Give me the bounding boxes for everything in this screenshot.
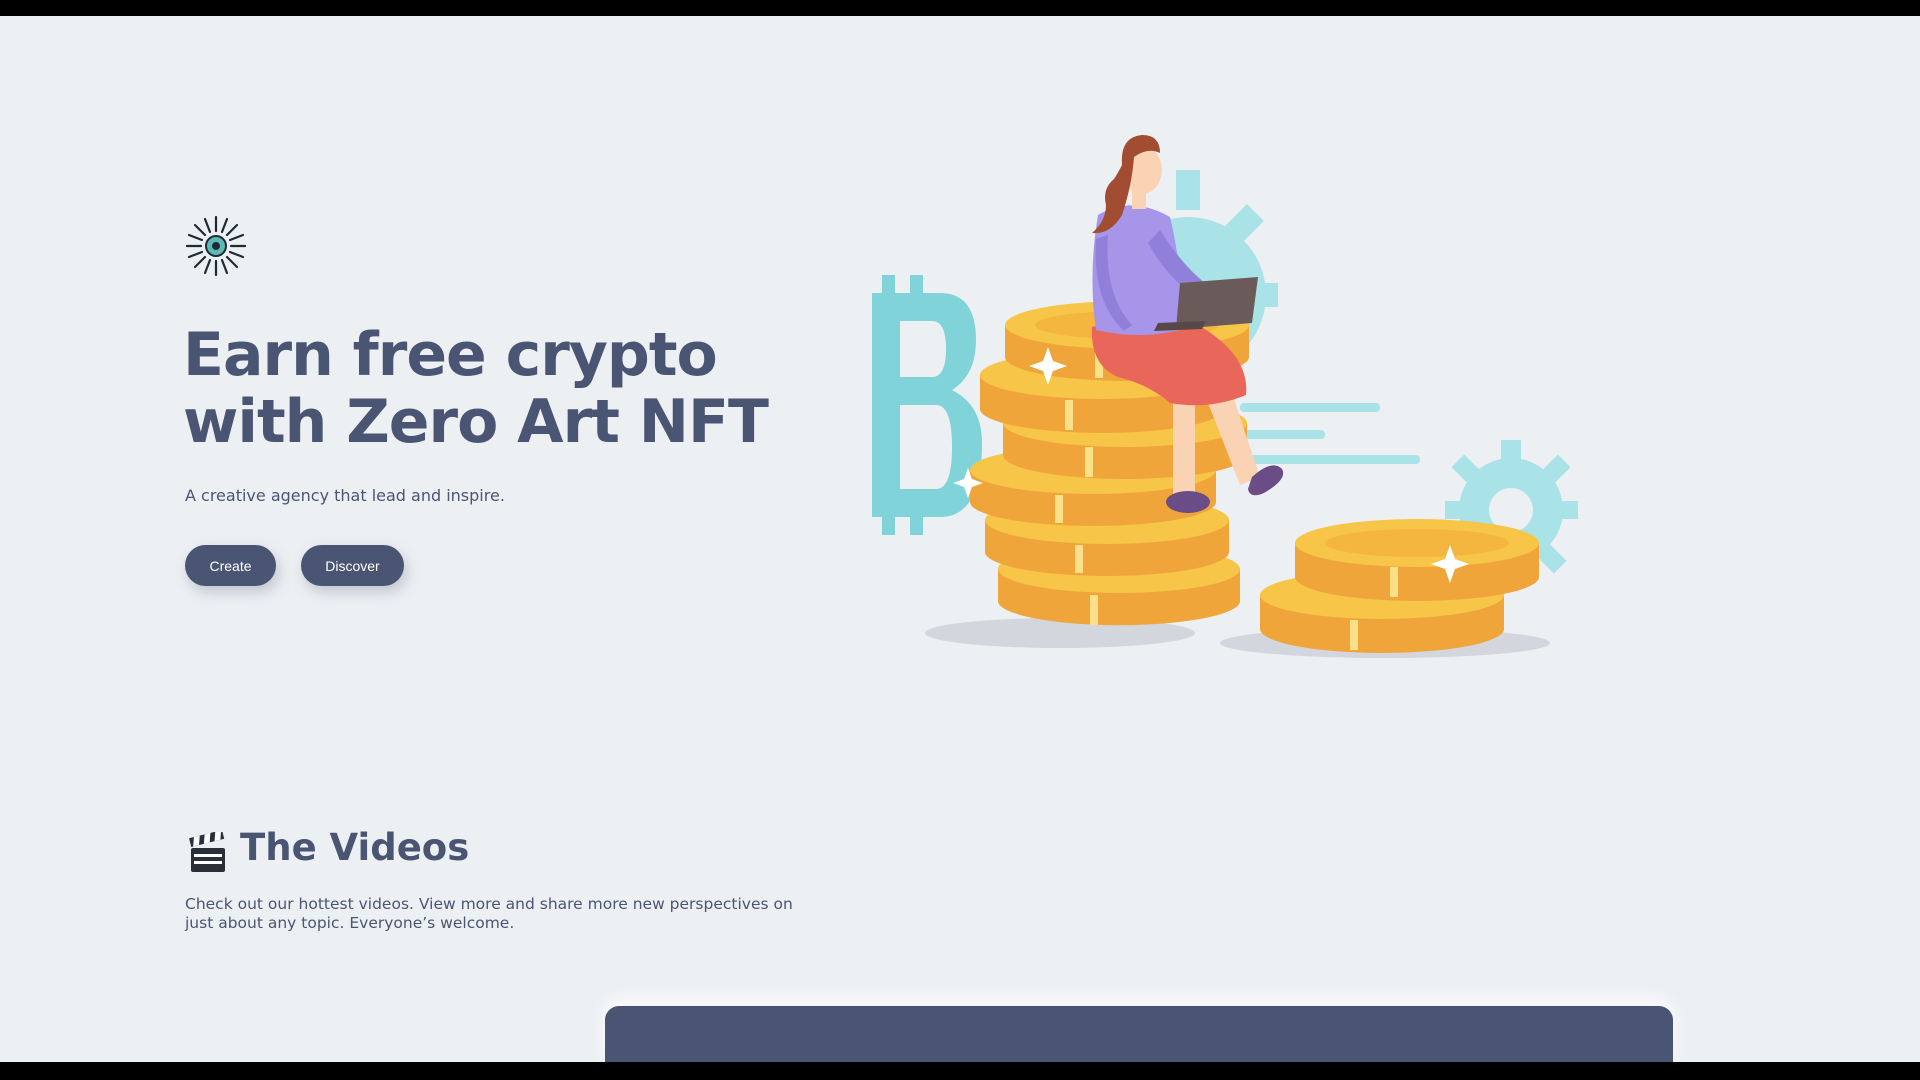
- clapperboard-icon: [189, 832, 225, 872]
- hero-title-line2: with Zero Art NFT: [183, 387, 769, 457]
- discover-button[interactable]: Discover: [301, 545, 404, 586]
- videos-section-title: The Videos: [240, 826, 470, 869]
- hero-illustration: [872, 135, 1578, 658]
- create-button[interactable]: Create: [185, 545, 276, 586]
- videos-section-description: Check out our hottest videos. View more …: [185, 895, 793, 932]
- starburst-logo-icon: [185, 215, 247, 277]
- speed-lines: [1240, 403, 1420, 464]
- bitcoin-symbol-icon: [872, 275, 982, 535]
- hero-title-line1: Earn free crypto: [183, 320, 718, 390]
- coin-stack-right: [1260, 519, 1539, 653]
- video-card[interactable]: [605, 1006, 1673, 1066]
- bottom-letterbox-bar: [0, 1062, 1920, 1080]
- hero-title: Earn free crypto with Zero Art NFT: [183, 322, 883, 456]
- hero-subtitle: A creative agency that lead and inspire.: [185, 486, 505, 505]
- top-letterbox-bar: [0, 0, 1920, 16]
